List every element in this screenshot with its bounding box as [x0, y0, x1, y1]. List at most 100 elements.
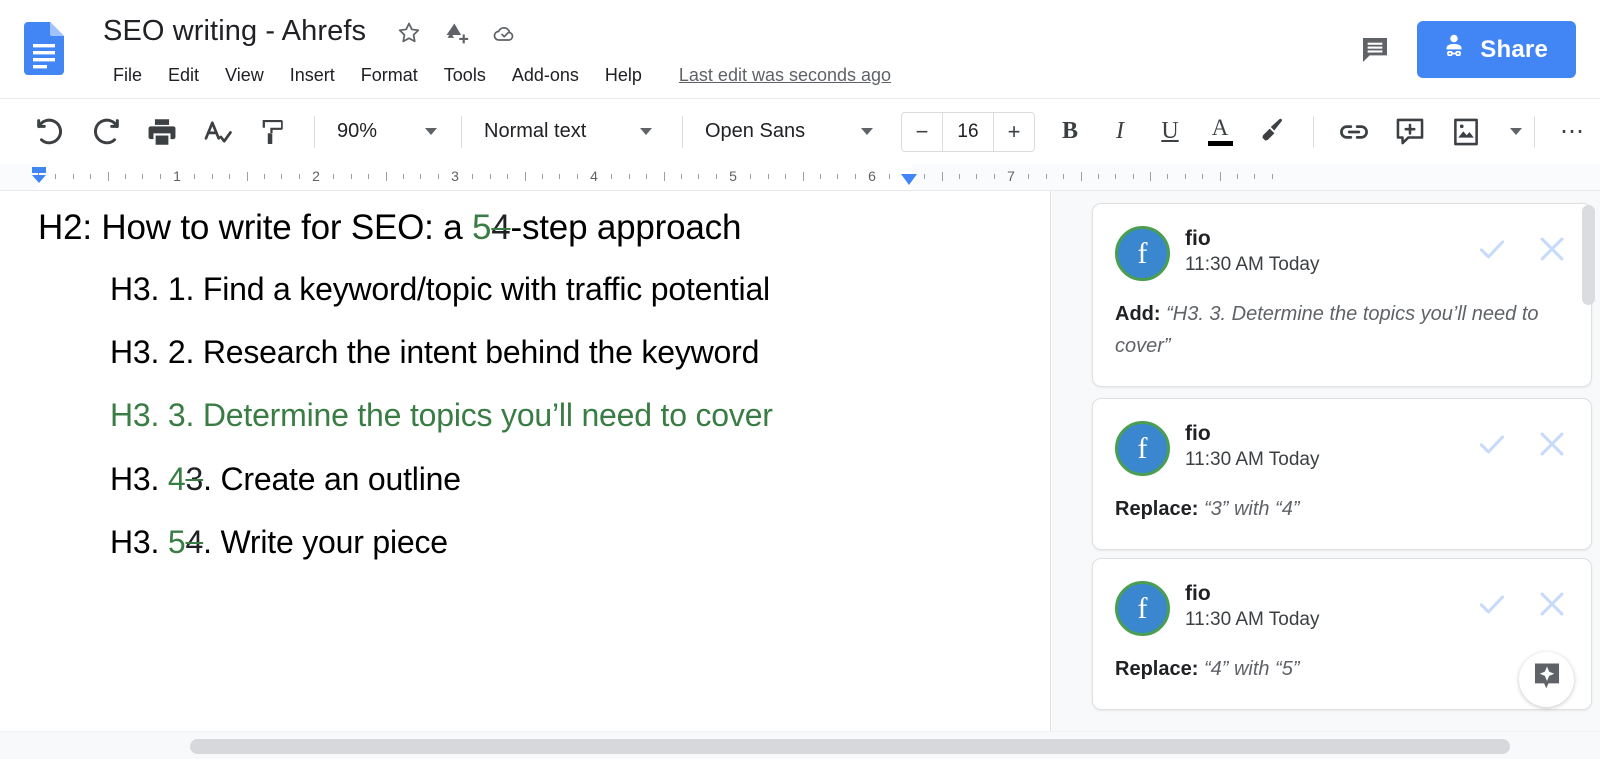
ruler-tick — [472, 174, 473, 179]
explore-sparkle-icon — [1530, 660, 1564, 699]
ruler-tick — [924, 174, 925, 179]
ruler-tick — [351, 174, 352, 179]
document-line-heading-h2[interactable]: H2: How to write for SEO: a 54-step appr… — [38, 208, 741, 248]
right-indent-marker[interactable] — [899, 173, 919, 187]
suggested-insertion: 4 — [168, 461, 186, 497]
chevron-down-icon — [861, 128, 873, 135]
menu-bar: File Edit View Insert Format Tools Add-o… — [100, 60, 891, 90]
document-line-heading-h3-3[interactable]: H3. 3. Determine the topics you’ll need … — [110, 397, 773, 434]
move-to-drive-icon[interactable] — [444, 20, 470, 46]
ruler-tick — [750, 174, 751, 179]
document-page[interactable]: H2: How to write for SEO: a 54-step appr… — [0, 191, 1051, 731]
document-line-heading-h3-1[interactable]: H3. 1. Find a keyword/topic with traffic… — [110, 271, 770, 308]
chevron-down-icon — [640, 128, 652, 135]
font-size-value[interactable]: 16 — [942, 113, 994, 151]
menu-item-view[interactable]: View — [212, 60, 277, 90]
last-edit-status[interactable]: Last edit was seconds ago — [679, 65, 891, 86]
vertical-scrollbar[interactable] — [1582, 205, 1595, 305]
toolbar-divider — [682, 116, 683, 148]
print-icon[interactable] — [145, 115, 179, 149]
ruler-tick — [73, 174, 74, 179]
ruler-tick — [142, 174, 143, 179]
star-icon[interactable] — [396, 20, 422, 46]
document-line-heading-h3-5[interactable]: H3. 54. Write your piece — [110, 524, 448, 561]
formatting-toolbar: 90% Normal text Open Sans − 16 + B I U A — [0, 98, 1600, 164]
ruler-tick — [1150, 172, 1151, 181]
reject-suggestion-close-icon[interactable] — [1535, 232, 1569, 266]
font-size-increase-button[interactable]: + — [994, 113, 1034, 151]
more-options-button[interactable]: ⋯ — [1552, 112, 1592, 152]
suggestion-actions — [1475, 587, 1569, 621]
font-family-value: Open Sans — [705, 120, 845, 143]
accept-suggestion-check-icon[interactable] — [1475, 232, 1509, 266]
text-color-button[interactable]: A — [1200, 112, 1240, 152]
font-size-decrease-button[interactable]: − — [902, 113, 942, 151]
ruler-tick — [125, 174, 126, 179]
spelling-check-icon[interactable] — [201, 115, 235, 149]
ruler-tick — [559, 174, 560, 179]
paragraph-style-select[interactable]: Normal text — [474, 112, 670, 152]
zoom-select[interactable]: 90% — [327, 112, 449, 152]
document-title[interactable]: SEO writing - Ahrefs — [103, 10, 366, 52]
paint-format-icon[interactable] — [257, 115, 291, 149]
reject-suggestion-close-icon[interactable] — [1535, 587, 1569, 621]
menu-item-help[interactable]: Help — [592, 60, 655, 90]
explore-button[interactable] — [1519, 652, 1574, 707]
cloud-saved-icon[interactable] — [492, 20, 518, 46]
ruler[interactable]: 1234567 — [0, 164, 1600, 191]
chevron-down-icon — [425, 128, 437, 135]
ruler-tick — [1167, 174, 1168, 179]
font-family-select[interactable]: Open Sans — [695, 112, 891, 152]
ruler-tick — [212, 174, 213, 179]
menu-item-format[interactable]: Format — [348, 60, 431, 90]
suggested-deletion: 3 — [186, 461, 204, 497]
title-bar-actions: Share — [1359, 21, 1576, 78]
suggested-deletion: 4 — [491, 208, 510, 247]
zoom-value: 90% — [337, 120, 409, 143]
menu-item-edit[interactable]: Edit — [155, 60, 212, 90]
ruler-tick — [803, 172, 804, 181]
suggestion-action-label: Replace: — [1115, 498, 1204, 520]
document-line-heading-h3-2[interactable]: H3. 2. Research the intent behind the ke… — [110, 334, 759, 371]
bold-button[interactable]: B — [1050, 112, 1090, 152]
menu-item-addons[interactable]: Add-ons — [499, 60, 592, 90]
ruler-tick — [55, 174, 56, 179]
title-bar: SEO writing - Ahrefs — [0, 0, 1600, 98]
ruler-number: 7 — [1007, 168, 1015, 184]
document-line-heading-h3-4[interactable]: H3. 43. Create an outline — [110, 461, 461, 498]
menu-item-file[interactable]: File — [100, 60, 155, 90]
ruler-tick — [264, 174, 265, 179]
undo-icon[interactable] — [33, 115, 67, 149]
horizontal-scrollbar[interactable] — [190, 739, 1510, 754]
reject-suggestion-close-icon[interactable] — [1535, 427, 1569, 461]
author-name: fio — [1185, 226, 1320, 252]
italic-button[interactable]: I — [1100, 112, 1140, 152]
add-comment-icon[interactable] — [1393, 115, 1427, 149]
suggestion-card-header: ffio11:30 AM Today — [1115, 581, 1569, 636]
ruler-tick — [820, 174, 821, 179]
accept-suggestion-check-icon[interactable] — [1475, 587, 1509, 621]
accept-suggestion-check-icon[interactable] — [1475, 427, 1509, 461]
workspace: H2: How to write for SEO: a 54-step appr… — [0, 191, 1600, 759]
ruler-tick — [1133, 174, 1134, 179]
ruler-tick — [1254, 174, 1255, 179]
comment-history-icon[interactable] — [1359, 34, 1391, 66]
left-indent-marker[interactable] — [28, 166, 50, 188]
ruler-tick — [611, 174, 612, 179]
suggestion-card[interactable]: ffio11:30 AM TodayAdd: “H3. 3. Determine… — [1092, 203, 1592, 387]
insert-image-icon[interactable] — [1449, 115, 1483, 149]
menu-item-insert[interactable]: Insert — [277, 60, 348, 90]
toolbar-divider — [1313, 116, 1314, 148]
suggestion-card[interactable]: ffio11:30 AM TodayReplace: “4” with “5” — [1092, 558, 1592, 710]
image-options-chevron-down-icon[interactable] — [1510, 128, 1522, 135]
ruler-tick — [368, 174, 369, 179]
suggestion-card[interactable]: ffio11:30 AM TodayReplace: “3” with “4” — [1092, 398, 1592, 550]
redo-icon[interactable] — [89, 115, 123, 149]
share-button[interactable]: Share — [1417, 21, 1576, 78]
underline-button[interactable]: U — [1150, 112, 1190, 152]
menu-item-tools[interactable]: Tools — [431, 60, 499, 90]
suggestion-action-label: Add: — [1115, 303, 1166, 325]
insert-link-icon[interactable] — [1337, 115, 1371, 149]
highlight-pen-icon[interactable] — [1256, 115, 1290, 149]
ruler-tick — [108, 172, 109, 181]
